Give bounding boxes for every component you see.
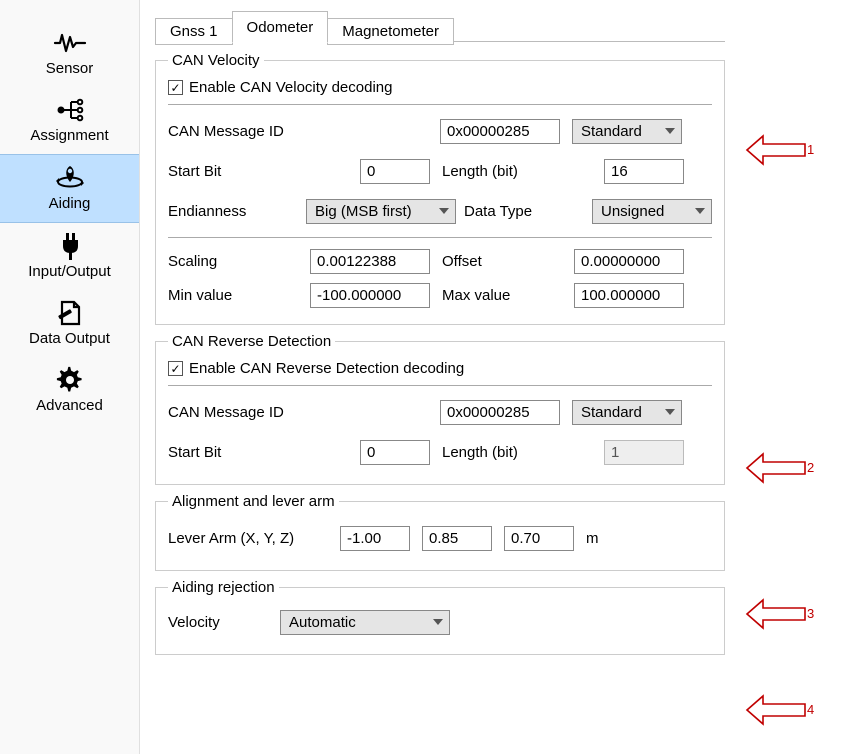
group-can-velocity: CAN Velocity ✓ Enable CAN Velocity decod… xyxy=(155,52,725,325)
select-value: Standard xyxy=(581,123,642,140)
plug-icon xyxy=(56,231,84,261)
annotation-3: 3 xyxy=(745,596,815,632)
scaling-input[interactable] xyxy=(310,249,430,274)
sidebar-item-label: Data Output xyxy=(29,330,110,347)
tab-gnss1[interactable]: Gnss 1 xyxy=(155,18,233,45)
can-msg-id-input[interactable] xyxy=(440,119,560,144)
group-can-reverse: CAN Reverse Detection ✓ Enable CAN Rever… xyxy=(155,333,725,485)
group-alignment: Alignment and lever arm Lever Arm (X, Y,… xyxy=(155,493,725,571)
tab-magnetometer[interactable]: Magnetometer xyxy=(327,18,454,45)
max-label: Max value xyxy=(442,287,562,304)
start-bit-input[interactable] xyxy=(360,159,430,184)
sidebar-item-label: Aiding xyxy=(49,195,91,212)
tab-label: Gnss 1 xyxy=(170,23,218,40)
length-label: Length (bit) xyxy=(442,163,592,180)
group-legend: CAN Reverse Detection xyxy=(168,333,335,350)
tab-label: Odometer xyxy=(247,19,314,36)
min-input[interactable] xyxy=(310,283,430,308)
select-value: Automatic xyxy=(289,614,356,631)
endianness-select[interactable]: Big (MSB first) xyxy=(306,199,456,224)
sidebar-item-advanced[interactable]: Advanced xyxy=(0,357,139,424)
enable-can-reverse-label: Enable CAN Reverse Detection decoding xyxy=(189,360,464,377)
max-input[interactable] xyxy=(574,283,684,308)
can-msg-id-label: CAN Message ID xyxy=(168,123,428,140)
check-icon: ✓ xyxy=(170,363,180,375)
rev-start-bit-input[interactable] xyxy=(360,440,430,465)
offset-label: Offset xyxy=(442,253,562,270)
lever-x-input[interactable] xyxy=(340,526,410,551)
sidebar-item-label: Assignment xyxy=(30,127,108,144)
offset-input[interactable] xyxy=(574,249,684,274)
tab-odometer[interactable]: Odometer xyxy=(232,11,329,43)
gear-icon xyxy=(56,365,84,395)
sidebar-item-assignment[interactable]: Assignment xyxy=(0,87,139,154)
lever-arm-label: Lever Arm (X, Y, Z) xyxy=(168,530,328,547)
lever-unit: m xyxy=(586,530,616,547)
chevron-down-icon xyxy=(695,208,705,214)
enable-can-reverse-checkbox[interactable]: ✓ xyxy=(168,361,183,376)
group-legend: Alignment and lever arm xyxy=(168,493,339,510)
scaling-label: Scaling xyxy=(168,253,298,270)
annotation-1: 1 xyxy=(745,132,815,168)
length-input[interactable] xyxy=(604,159,684,184)
group-rejection: Aiding rejection Velocity Automatic xyxy=(155,579,725,655)
divider xyxy=(168,237,712,238)
tab-label: Magnetometer xyxy=(342,23,439,40)
annotation-4: 4 xyxy=(745,692,815,728)
pin-orbit-icon xyxy=(53,163,87,193)
chevron-down-icon xyxy=(665,128,675,134)
rev-length-label: Length (bit) xyxy=(442,444,592,461)
start-bit-label: Start Bit xyxy=(168,163,348,180)
waveform-icon xyxy=(53,28,87,58)
sidebar-item-io[interactable]: Input/Output xyxy=(0,223,139,290)
group-legend: Aiding rejection xyxy=(168,579,279,596)
select-value: Standard xyxy=(581,404,642,421)
sidebar-item-label: Advanced xyxy=(36,397,103,414)
select-value: Unsigned xyxy=(601,203,664,220)
main-panel: Gnss 1 Odometer Magnetometer CAN Velocit… xyxy=(140,0,735,754)
sidebar-item-sensor[interactable]: Sensor xyxy=(0,20,139,87)
datatype-select[interactable]: Unsigned xyxy=(592,199,712,224)
document-pencil-icon xyxy=(55,298,85,328)
sidebar-item-label: Sensor xyxy=(46,60,94,77)
enable-can-velocity-checkbox[interactable]: ✓ xyxy=(168,80,183,95)
select-value: Big (MSB first) xyxy=(315,203,412,220)
rejection-velocity-label: Velocity xyxy=(168,614,268,631)
endianness-label: Endianness xyxy=(168,203,298,220)
rev-length-input xyxy=(604,440,684,465)
chevron-down-icon xyxy=(433,619,443,625)
sidebar-item-label: Input/Output xyxy=(28,263,111,280)
lever-z-input[interactable] xyxy=(504,526,574,551)
datatype-label: Data Type xyxy=(464,203,584,220)
branch-icon xyxy=(53,95,87,125)
rev-start-bit-label: Start Bit xyxy=(168,444,348,461)
divider xyxy=(168,385,712,386)
rejection-velocity-select[interactable]: Automatic xyxy=(280,610,450,635)
check-icon: ✓ xyxy=(170,82,180,94)
min-label: Min value xyxy=(168,287,298,304)
sidebar-item-aiding[interactable]: Aiding xyxy=(0,154,139,223)
rev-id-type-select[interactable]: Standard xyxy=(572,400,682,425)
divider xyxy=(168,104,712,105)
chevron-down-icon xyxy=(439,208,449,214)
can-id-type-select[interactable]: Standard xyxy=(572,119,682,144)
group-legend: CAN Velocity xyxy=(168,52,264,69)
lever-y-input[interactable] xyxy=(422,526,492,551)
sidebar-item-data-output[interactable]: Data Output xyxy=(0,290,139,357)
rev-msg-id-label: CAN Message ID xyxy=(168,404,428,421)
chevron-down-icon xyxy=(665,409,675,415)
enable-can-velocity-label: Enable CAN Velocity decoding xyxy=(189,79,392,96)
sidebar: Sensor Assignment xyxy=(0,0,140,754)
tabstrip: Gnss 1 Odometer Magnetometer xyxy=(155,10,725,42)
annotation-2: 2 xyxy=(745,450,815,486)
rev-msg-id-input[interactable] xyxy=(440,400,560,425)
